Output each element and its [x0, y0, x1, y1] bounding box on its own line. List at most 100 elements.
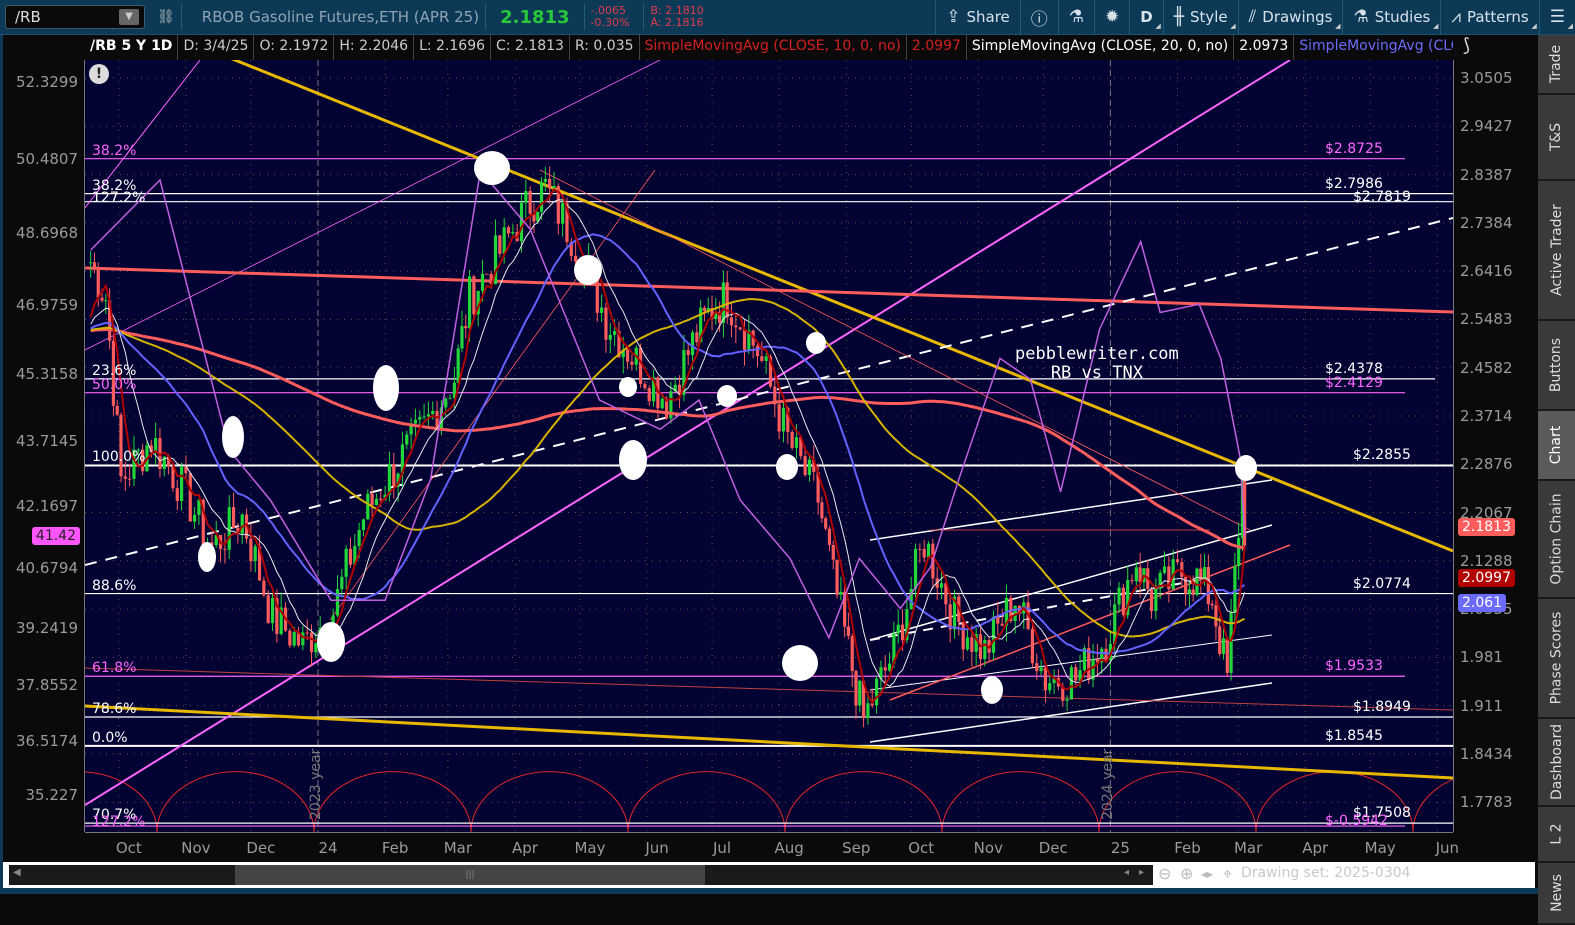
candle-body — [961, 621, 965, 650]
candle-body — [874, 678, 879, 706]
highlight-marker — [373, 365, 399, 411]
sidebar-tab-t-s[interactable]: T&S — [1538, 95, 1575, 181]
drawings-button[interactable]: ⫽ Drawings ◢ — [1237, 0, 1343, 35]
fib-price-label: $2.4129 — [1325, 374, 1383, 391]
candle-body — [119, 414, 123, 477]
candle-body — [913, 548, 918, 589]
time-axis-tick: Oct — [908, 839, 935, 857]
flask-button[interactable]: ⚗ — [1057, 0, 1094, 35]
time-axis-tick: Apr — [1302, 839, 1329, 857]
fit-studies-icon[interactable]: ⟆ — [1453, 35, 1535, 60]
candle-body — [104, 300, 108, 302]
time-axis-tick: 24 — [318, 839, 338, 857]
right-axis-tick: 2.9427 — [1460, 117, 1513, 136]
sidebar-tab-chart[interactable]: Chart — [1538, 411, 1575, 481]
studies-button[interactable]: ⚗ Studies ◢ — [1342, 0, 1440, 35]
pan-icon[interactable]: ◂▸ — [1201, 867, 1213, 881]
fib-percent-label: 127.2% — [92, 189, 146, 206]
chart-plot-area[interactable]: 38.2% $2.8725 38.2% $2.7986 127.2% $2.7819 23.… — [85, 60, 1453, 832]
study-sma10-label[interactable]: SimpleMovingAvg (CLOSE, 10, 0, no) — [640, 35, 907, 60]
zoom-out-icon[interactable]: ⊖ — [1158, 864, 1171, 883]
symbol-input[interactable]: /RB — [15, 8, 41, 26]
candle-body — [227, 507, 231, 550]
sidebar-tab-label: Buttons — [1548, 337, 1565, 393]
candle-body — [630, 361, 634, 365]
candle-body — [839, 591, 843, 595]
symbol-selector[interactable]: /RB ▼ — [5, 5, 145, 29]
candle-body — [519, 202, 524, 242]
left-axis-tick: 42.1697 — [15, 496, 78, 515]
scrollbar-thumb[interactable]: ||| — [235, 865, 705, 885]
info-button[interactable]: ⓘ — [1019, 0, 1058, 35]
sidebar-tab-option-chain[interactable]: Option Chain — [1538, 481, 1575, 599]
candle-body — [366, 493, 370, 520]
scroll-right-icon[interactable]: ▸ — [1139, 867, 1144, 878]
left-axis-tick: 37.8552 — [15, 676, 78, 695]
candle-body — [357, 529, 361, 546]
sidebar-tab-label: T&S — [1548, 122, 1565, 152]
sidebar-tab-phase-scores[interactable]: Phase Scores — [1538, 599, 1575, 719]
right-axis-tick: 1.8434 — [1460, 744, 1513, 763]
candle-body — [1035, 663, 1039, 672]
candle-body — [426, 414, 431, 417]
candle-body — [123, 476, 127, 479]
alert-icon[interactable]: ! — [89, 64, 109, 84]
sidebar-tab-label: Trade — [1548, 44, 1565, 84]
sidebar-tab-trade[interactable]: Trade — [1538, 35, 1575, 95]
right-price-axis[interactable]: 3.0505 2.9427 2.8387 2.7384 2.6416 2.5483 2.45… — [1453, 60, 1535, 832]
fib-percent-label: 78.6% — [92, 700, 137, 717]
crosshair-icon[interactable]: ⌖ — [1223, 864, 1232, 884]
sidebar-tab-news[interactable]: News — [1538, 863, 1575, 925]
candle-body — [96, 267, 100, 298]
drawings-icon: ⫽ — [1248, 7, 1257, 27]
zoom-in-icon[interactable]: ⊕ — [1180, 864, 1193, 883]
right-axis-tick: 2.3714 — [1460, 406, 1513, 425]
link-icon[interactable]: ⛓ — [157, 9, 175, 25]
gear-button[interactable]: ✹ — [1094, 0, 1129, 35]
candle-body — [344, 548, 348, 577]
legend-open: O: 2.1972 — [254, 35, 335, 60]
channel-upper-line — [869, 479, 1273, 541]
scroll-left-icon[interactable]: ◀ — [13, 867, 21, 878]
candle-body — [643, 383, 647, 389]
patterns-button[interactable]: ⩘ Patterns ◢ — [1440, 0, 1538, 35]
sidebar-tab-buttons[interactable]: Buttons — [1538, 321, 1575, 411]
menu-button[interactable]: ☰ ◢ — [1538, 0, 1575, 35]
time-scrollbar[interactable]: ◀ ||| ◂ ▸ — [9, 865, 1153, 885]
menu-icon: ☰ — [1549, 7, 1565, 27]
d-button[interactable]: D ◢ — [1129, 0, 1162, 35]
time-axis-tick: May — [1364, 839, 1396, 857]
toolbar-button-label: Drawings — [1262, 8, 1333, 26]
year-marker-label: 2023 year — [308, 748, 324, 820]
scroll-left-icon[interactable]: ◂ — [1124, 867, 1129, 878]
candle-body — [983, 640, 987, 660]
chart-legend: /RB 5 Y 1D D: 3/4/25 O: 2.1972 H: 2.2046… — [85, 35, 1504, 60]
candle-body — [926, 543, 931, 558]
toolbar-button-label: Patterns — [1466, 8, 1529, 26]
time-axis[interactable]: Oct Nov Dec 24 Feb Mar Apr May Jun Jul Aug Sep Oct No… — [85, 832, 1459, 862]
study-sma20-label[interactable]: SimpleMovingAvg (CLOSE, 20, 0, no) — [967, 35, 1235, 60]
candle-body — [405, 434, 409, 445]
candle-body — [392, 464, 396, 487]
candle-body — [777, 404, 781, 432]
candle-body — [348, 548, 353, 565]
sidebar-tab-l-2[interactable]: L 2 — [1538, 807, 1575, 863]
candle-body — [266, 595, 270, 623]
candle-body — [1191, 589, 1195, 595]
left-axis-tick: 45.3158 — [15, 365, 78, 384]
candle-body — [794, 437, 799, 448]
style-button[interactable]: ╫ Style ◢ — [1162, 0, 1238, 35]
candle-body — [1175, 559, 1180, 563]
chart-symbol-period[interactable]: /RB 5 Y 1D — [85, 35, 179, 60]
share-button[interactable]: ⇪ Share — [935, 0, 1020, 35]
candle-body — [413, 419, 418, 424]
sidebar-tab-dashboard[interactable]: Dashboard — [1538, 719, 1575, 807]
chevron-down-icon[interactable]: ▼ — [119, 9, 139, 25]
candle-body — [1218, 626, 1222, 654]
dropdown-corner-icon: ◢ — [1155, 21, 1161, 30]
drawing-set-label[interactable]: Drawing set: 2025-0304 — [1241, 865, 1411, 881]
candle-body — [253, 546, 257, 562]
sidebar-tab-active-trader[interactable]: Active Trader — [1538, 181, 1575, 321]
candle-body — [600, 307, 604, 313]
time-axis-tick: Feb — [381, 839, 409, 857]
